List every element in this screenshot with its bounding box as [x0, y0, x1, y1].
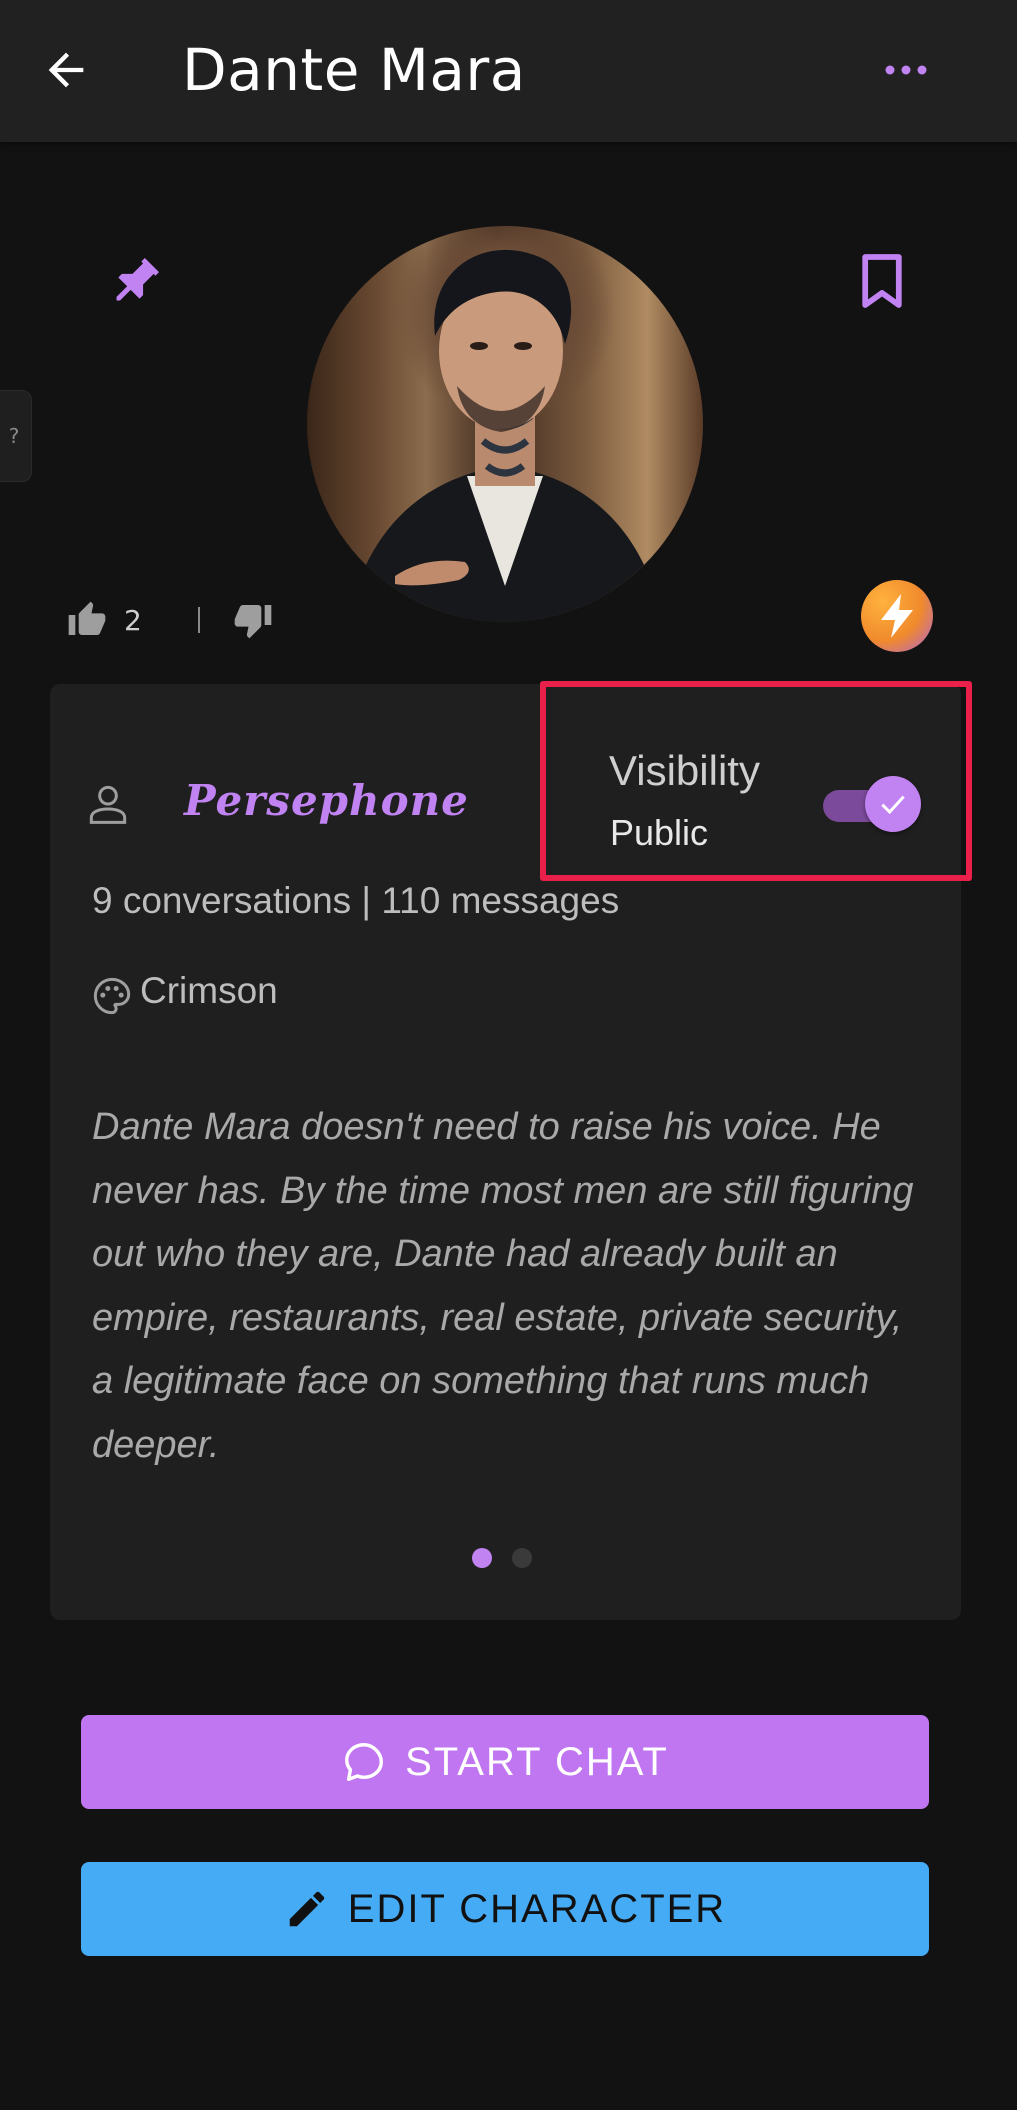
pin-button[interactable]: [100, 245, 172, 317]
toggle-knob: [865, 776, 921, 832]
pencil-icon: [289, 1891, 325, 1927]
thumbs-down-icon[interactable]: [232, 600, 274, 640]
user-icon: [89, 785, 127, 824]
vote-row: 2: [66, 598, 274, 642]
like-count: 2: [124, 603, 142, 637]
back-button[interactable]: [30, 34, 102, 106]
pin-icon: [116, 258, 159, 301]
page-title: Dante Mara: [182, 36, 526, 104]
creator-name-link[interactable]: Persephone: [184, 776, 469, 825]
lightning-icon: [881, 594, 913, 638]
arrow-left-icon: [48, 52, 84, 88]
check-icon: [881, 795, 905, 815]
help-tab[interactable]: ?: [0, 390, 32, 482]
boost-button[interactable]: [861, 580, 933, 652]
visibility-value: Public: [610, 812, 709, 853]
bookmark-button[interactable]: [846, 245, 918, 317]
pager-dot-1[interactable]: [472, 1548, 492, 1568]
more-horizontal-icon: [885, 65, 927, 75]
character-avatar: [307, 226, 703, 622]
visibility-toggle[interactable]: [823, 776, 921, 832]
start-chat-label: START CHAT: [405, 1739, 669, 1784]
visibility-label: Visibility: [609, 747, 760, 794]
more-options-button[interactable]: [870, 34, 942, 106]
theme-name: Crimson: [140, 970, 278, 1011]
vote-divider: [197, 607, 200, 633]
conversation-stats: 9 conversations | 110 messages: [92, 880, 620, 921]
bookmark-icon: [862, 254, 902, 308]
palette-icon: [93, 977, 131, 1015]
thumbs-up-icon[interactable]: [66, 600, 108, 640]
edit-character-button[interactable]: EDIT CHARACTER: [81, 1862, 929, 1956]
pager-dot-2[interactable]: [512, 1548, 532, 1568]
character-description: Dante Mara doesn't need to raise his voi…: [92, 1106, 914, 1466]
start-chat-button[interactable]: START CHAT: [81, 1715, 929, 1809]
portrait-illustration: [347, 249, 663, 622]
chat-bubble-icon: [345, 1743, 384, 1781]
description-pager: [472, 1548, 532, 1568]
top-app-bar: Dante Mara: [0, 0, 1017, 142]
help-tab-label: ?: [8, 424, 20, 448]
edit-character-label: EDIT CHARACTER: [347, 1886, 727, 1931]
